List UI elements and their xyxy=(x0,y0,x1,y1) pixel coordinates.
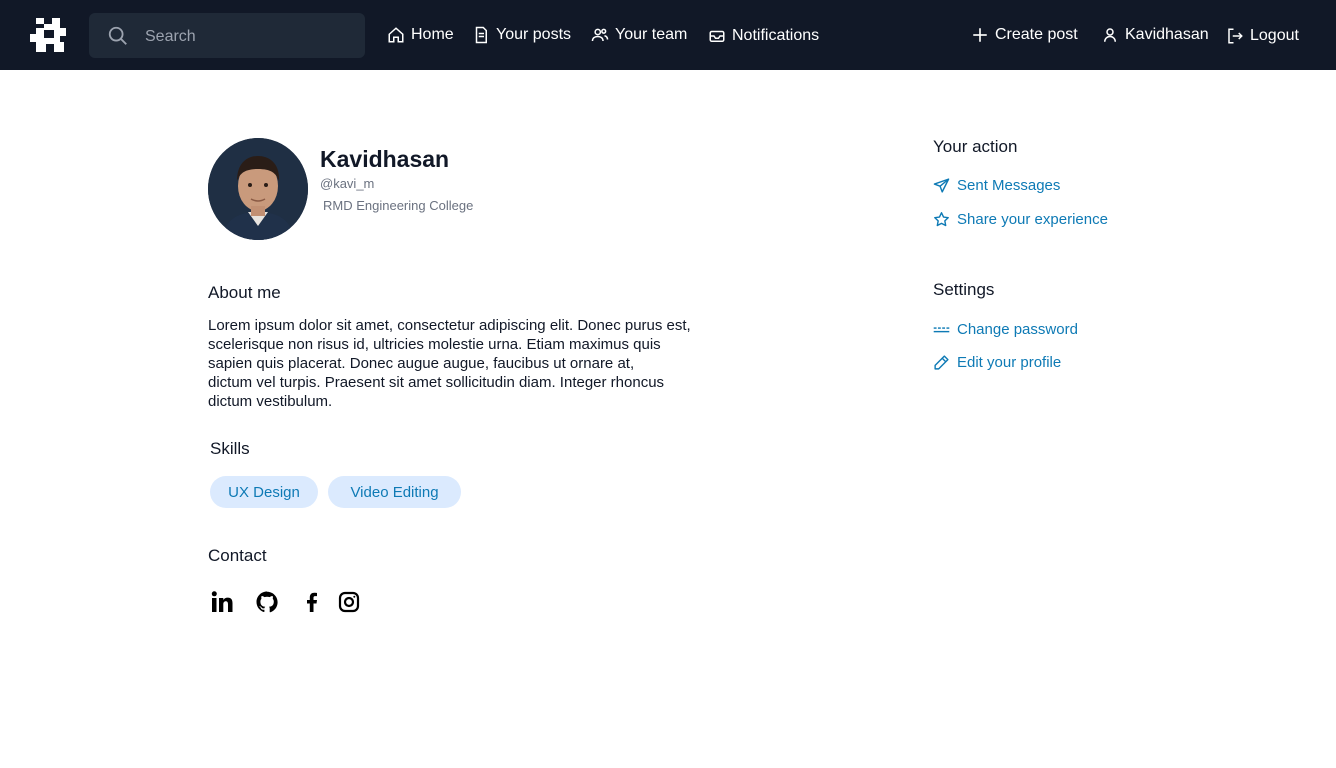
about-line: sapien quis placerat. Donec augue augue,… xyxy=(208,355,635,372)
your-action-title: Your action xyxy=(933,137,1018,156)
change-password-label: Change password xyxy=(957,321,1078,338)
edit-profile-link[interactable]: Edit your profile xyxy=(933,354,1061,371)
logout-button[interactable]: Logout xyxy=(1226,23,1299,49)
search-box[interactable] xyxy=(89,13,365,60)
top-navbar: Home Your posts Your team Notifications … xyxy=(0,0,1336,70)
logout-label: Logout xyxy=(1250,27,1299,44)
about-line: dictum vestibulum. xyxy=(208,393,333,410)
sent-messages-link[interactable]: Sent Messages xyxy=(933,177,1060,194)
edit-profile-label: Edit your profile xyxy=(957,354,1062,371)
about-text: Lorem ipsum dolor sit amet, consectetur … xyxy=(208,316,768,411)
send-icon xyxy=(933,178,950,193)
search-input[interactable] xyxy=(143,13,357,60)
users-icon xyxy=(591,28,609,42)
nav-your-team-link[interactable]: Your team xyxy=(591,22,687,48)
share-experience-label: Share your experience xyxy=(957,211,1108,228)
skill-chip[interactable]: UX Design xyxy=(210,476,318,508)
nav-home-label: Home xyxy=(411,26,454,43)
nav-notifications-label: Notifications xyxy=(732,27,820,44)
about-line: scelerisque non risus id, ultricies mole… xyxy=(208,336,661,353)
settings-title: Settings xyxy=(933,280,995,299)
contact-title: Contact xyxy=(208,546,267,565)
skill-chip[interactable]: Video Editing xyxy=(328,476,461,508)
github-icon[interactable] xyxy=(255,590,279,614)
password-icon xyxy=(933,327,950,333)
profile-college: RMD Engineering College xyxy=(323,198,474,213)
share-experience-link[interactable]: Share your experience xyxy=(933,211,1108,228)
nav-your-team-label: Your team xyxy=(615,26,688,43)
profile-link-label: Kavidhasan xyxy=(1125,26,1209,43)
about-line: Lorem ipsum dolor sit amet, consectetur … xyxy=(208,317,691,334)
avatar-image xyxy=(208,138,308,240)
pencil-icon xyxy=(934,355,949,370)
create-post-label: Create post xyxy=(995,26,1078,43)
logo-icon[interactable] xyxy=(30,16,68,54)
sent-messages-label: Sent Messages xyxy=(957,177,1061,194)
nav-your-posts-link[interactable]: Your posts xyxy=(472,22,571,48)
profile-name: Kavidhasan xyxy=(320,146,450,172)
create-post-button[interactable]: Create post xyxy=(971,22,1078,48)
profile-handle: @kavi_m xyxy=(320,176,375,191)
about-title: About me xyxy=(208,283,281,302)
home-icon xyxy=(388,27,404,43)
document-icon xyxy=(475,26,487,44)
about-line: dictum vel turpis. Praesent sit amet sol… xyxy=(208,374,665,391)
profile-link[interactable]: Kavidhasan xyxy=(1101,22,1209,48)
avatar xyxy=(208,138,308,240)
star-icon xyxy=(934,212,949,227)
linkedin-icon[interactable] xyxy=(210,590,234,614)
logout-icon xyxy=(1228,28,1243,44)
user-icon xyxy=(1104,28,1116,42)
plus-icon xyxy=(973,28,987,42)
inbox-icon xyxy=(709,30,725,42)
instagram-icon[interactable] xyxy=(337,590,361,614)
nav-home-link[interactable]: Home xyxy=(387,22,454,48)
nav-your-posts-label: Your posts xyxy=(496,26,572,43)
skills-title: Skills xyxy=(210,439,250,458)
search-icon xyxy=(108,26,127,45)
facebook-icon[interactable] xyxy=(300,590,324,614)
change-password-link[interactable]: Change password xyxy=(933,321,1078,338)
nav-notifications-link[interactable]: Notifications xyxy=(708,23,819,49)
